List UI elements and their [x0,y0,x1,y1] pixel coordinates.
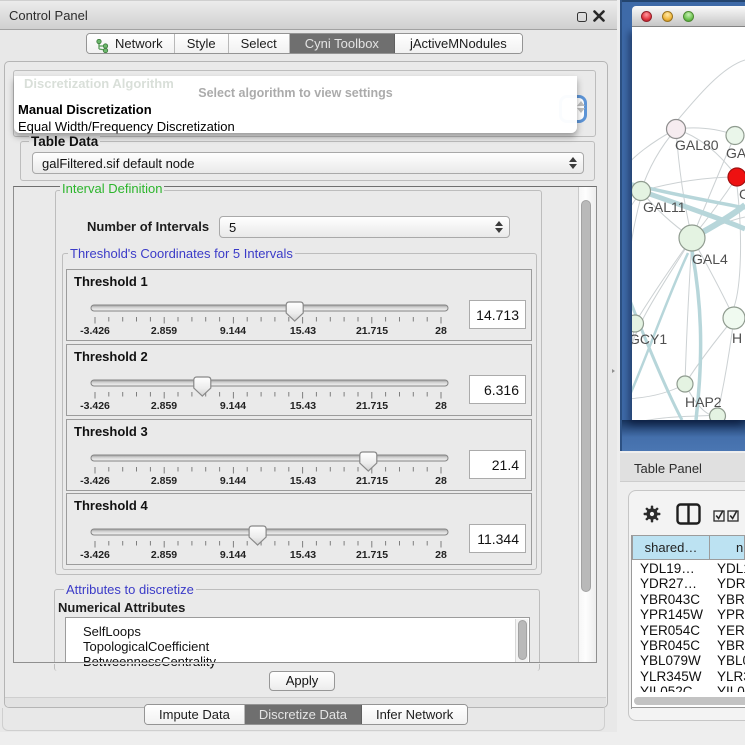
svg-text:GAL4: GAL4 [692,251,728,267]
svg-text:GAL80: GAL80 [675,137,719,153]
svg-text:GCY1: GCY1 [632,331,667,347]
svg-text:GAL11: GAL11 [643,199,686,215]
svg-text:H: H [732,330,742,346]
svg-text:HAP2: HAP2 [685,394,722,410]
svg-text:GA: GA [726,145,745,161]
svg-text:C: C [739,186,745,202]
